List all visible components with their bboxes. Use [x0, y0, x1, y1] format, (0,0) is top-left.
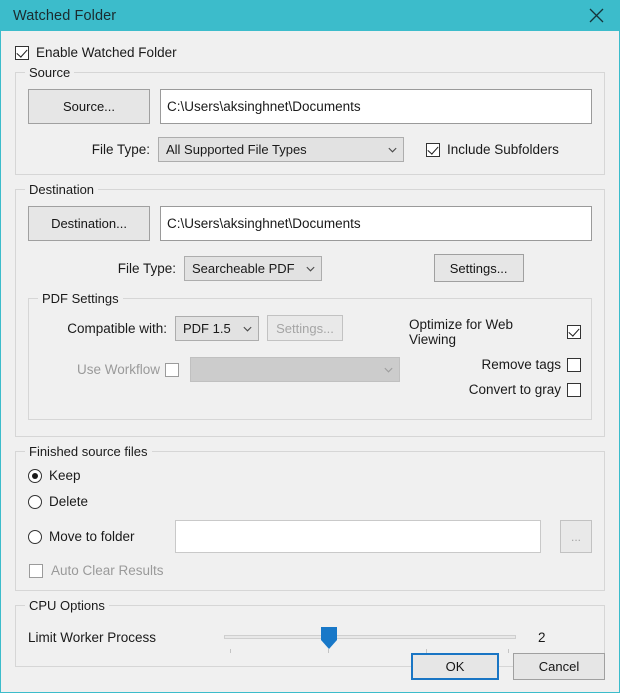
- destination-browse-button[interactable]: Destination...: [28, 206, 150, 241]
- optimize-web-viewing-label: Optimize for Web Viewing: [409, 317, 514, 347]
- delete-label: Delete: [49, 494, 89, 509]
- delete-radio[interactable]: [28, 494, 42, 509]
- optimize-web-viewing-checkbox[interactable]: [567, 325, 581, 339]
- include-subfolders-row[interactable]: Include Subfolders: [426, 142, 559, 157]
- dialog-body: Enable Watched Folder Source Source... C…: [1, 31, 619, 692]
- ok-button[interactable]: OK: [411, 653, 499, 680]
- source-filetype-label: File Type:: [91, 142, 150, 157]
- move-to-folder-input[interactable]: [174, 520, 541, 553]
- source-filetype-row: File Type: All Supported File Types Incl…: [28, 137, 592, 162]
- source-browse-button[interactable]: Source...: [28, 89, 150, 124]
- move-to-folder-label: Move to folder: [49, 529, 135, 544]
- destination-path-row: Destination... C:\Users\aksinghnet\Docum…: [28, 206, 592, 241]
- chevron-down-icon: [243, 326, 252, 332]
- close-icon[interactable]: [573, 0, 619, 31]
- finished-option-move[interactable]: Move to folder ...: [28, 520, 592, 553]
- dialog-footer: OK Cancel: [411, 653, 605, 680]
- destination-settings-button[interactable]: Settings...: [433, 254, 524, 282]
- move-to-folder-browse-button: ...: [560, 520, 592, 553]
- cpu-options-legend: CPU Options: [25, 598, 109, 613]
- destination-filetype-label: File Type:: [117, 260, 176, 276]
- destination-filetype-value: Searcheable PDF: [192, 260, 295, 276]
- include-subfolders-checkbox[interactable]: [426, 142, 440, 157]
- remove-tags-row[interactable]: Remove tags: [409, 357, 581, 372]
- finished-option-keep[interactable]: Keep: [28, 468, 592, 483]
- chevron-down-icon: [388, 147, 397, 153]
- pdf-settings-legend: PDF Settings: [38, 291, 123, 306]
- watched-folder-dialog: Watched Folder Enable Watched Folder Sou…: [0, 0, 620, 693]
- keep-radio[interactable]: [28, 468, 42, 483]
- limit-worker-process-slider[interactable]: [224, 622, 516, 653]
- compatible-with-label: Compatible with:: [67, 320, 167, 336]
- chevron-down-icon: [306, 266, 315, 272]
- destination-group: Destination Destination... C:\Users\aksi…: [15, 182, 605, 437]
- chevron-down-icon: [384, 367, 393, 373]
- limit-worker-process-label: Limit Worker Process: [28, 629, 157, 645]
- source-group: Source Source... C:\Users\aksinghnet\Doc…: [15, 65, 605, 175]
- compatible-with-value: PDF 1.5: [183, 320, 231, 336]
- convert-to-gray-row[interactable]: Convert to gray: [409, 382, 581, 397]
- pdf-settings-button: Settings...: [267, 315, 343, 341]
- destination-path-input[interactable]: C:\Users\aksinghnet\Documents: [160, 206, 592, 241]
- enable-watched-folder-label: Enable Watched Folder: [36, 45, 177, 60]
- remove-tags-checkbox[interactable]: [567, 357, 581, 372]
- source-group-legend: Source: [25, 65, 75, 80]
- auto-clear-results-row: Auto Clear Results: [29, 563, 592, 578]
- workflow-combobox: [190, 357, 400, 382]
- finished-source-files-legend: Finished source files: [25, 444, 152, 459]
- source-path-input[interactable]: C:\Users\aksinghnet\Documents: [160, 89, 592, 124]
- optimize-web-viewing-row[interactable]: Optimize for Web Viewing: [409, 317, 581, 347]
- include-subfolders-label: Include Subfolders: [447, 142, 559, 157]
- use-workflow-label: Use Workflow: [76, 362, 160, 377]
- enable-watched-folder-checkbox[interactable]: [15, 45, 29, 60]
- source-filetype-combobox[interactable]: All Supported File Types: [158, 137, 404, 162]
- destination-filetype-row: File Type: Searcheable PDF Settings...: [28, 254, 592, 282]
- destination-filetype-combobox[interactable]: Searcheable PDF: [184, 255, 322, 281]
- compatible-with-combobox[interactable]: PDF 1.5: [175, 315, 259, 341]
- keep-label: Keep: [49, 468, 81, 483]
- remove-tags-label: Remove tags: [481, 357, 561, 372]
- title-bar: Watched Folder: [1, 0, 619, 31]
- finished-option-delete[interactable]: Delete: [28, 494, 592, 509]
- source-path-row: Source... C:\Users\aksinghnet\Documents: [28, 89, 592, 124]
- compatible-with-row: Compatible with: PDF 1.5 Settings...: [39, 315, 409, 341]
- enable-watched-folder-row[interactable]: Enable Watched Folder: [15, 31, 605, 72]
- cancel-button[interactable]: Cancel: [513, 653, 605, 680]
- use-workflow-row: Use Workflow: [39, 357, 409, 382]
- slider-track[interactable]: [224, 635, 516, 639]
- finished-source-files-group: Finished source files Keep Delete Move t…: [15, 444, 605, 591]
- pdf-settings-group: PDF Settings Compatible with: PDF 1.5 Se…: [28, 291, 592, 420]
- move-to-folder-radio[interactable]: [28, 529, 42, 544]
- limit-worker-process-value: 2: [538, 629, 546, 645]
- convert-to-gray-label: Convert to gray: [468, 382, 561, 397]
- window-title: Watched Folder: [13, 7, 117, 24]
- convert-to-gray-checkbox[interactable]: [567, 382, 581, 397]
- source-filetype-value: All Supported File Types: [166, 142, 307, 157]
- auto-clear-results-checkbox: [29, 563, 43, 578]
- use-workflow-checkbox: [165, 362, 179, 377]
- slider-thumb[interactable]: [320, 626, 338, 650]
- destination-group-legend: Destination: [25, 182, 99, 197]
- auto-clear-results-label: Auto Clear Results: [51, 563, 164, 578]
